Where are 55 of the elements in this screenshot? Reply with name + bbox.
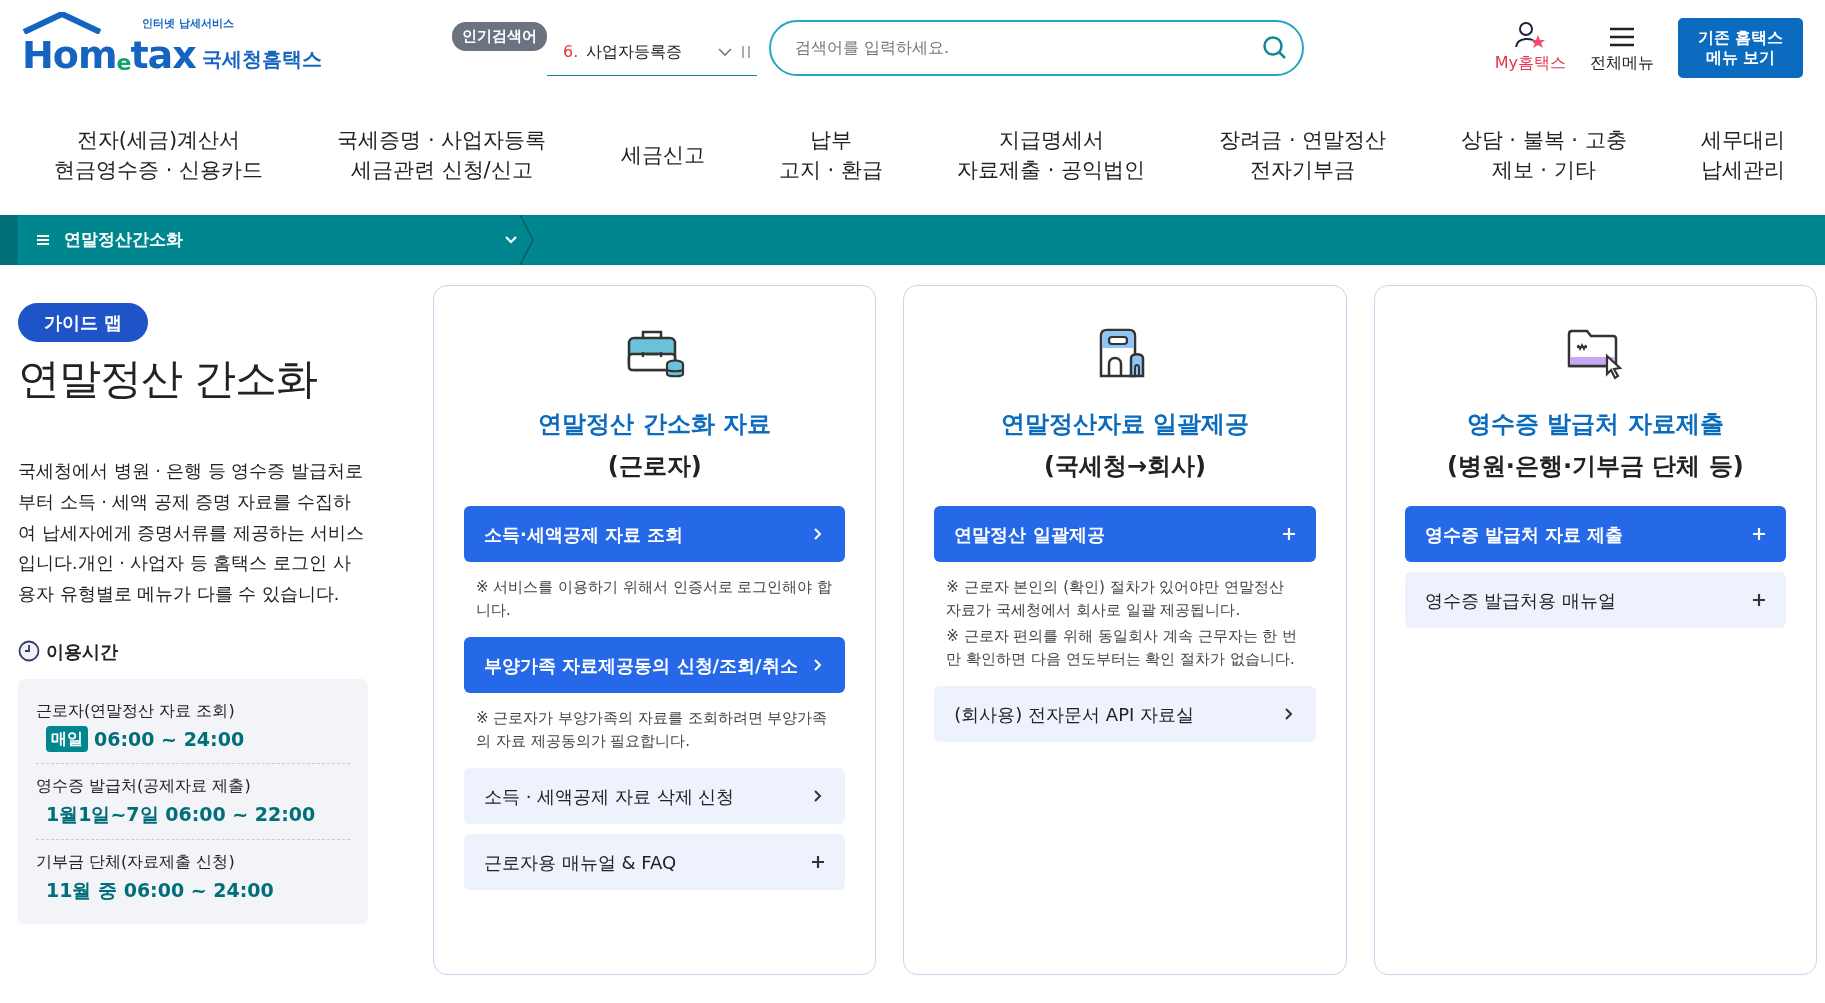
card-subtitle: (국세청→회사) [1043, 451, 1206, 482]
nav-menu-item[interactable]: 상담 · 불복 · 고충 제보 · 기타 [1454, 123, 1633, 187]
page-title: 연말정산 간소화 [18, 354, 319, 405]
service-link-button[interactable]: 소득·세액공제 자료 조회 [464, 506, 846, 562]
utility-my-hometax-button[interactable]: My홈택스 [1494, 20, 1566, 75]
nav-menu-item[interactable]: 세금신고 [614, 138, 711, 172]
legacy-menu-button[interactable]: 기존 홈택스 메뉴 보기 [1678, 17, 1803, 78]
hours-label: 영수증 발급처(공제자료 제출) [36, 775, 252, 797]
search-field[interactable]: 검색어를 입력하세요. [769, 19, 1304, 76]
notice-text: ※ 서비스를 이용하기 위해서 인증서로 로그인해야 합니다. [476, 577, 834, 621]
card-title: 연말정산 간소화 자료 [538, 409, 771, 440]
notice-text: ※ 근로자 본인의 (확인) 절차가 있어야만 연말정산 자료가 국세청에서 회사로 일괄 제공됩니다. [946, 577, 1286, 621]
search-input[interactable]: 검색어를 입력하세요. [793, 34, 1262, 61]
service-description: 국세청에서 병원 · 은행 등 영수증 발급처로부터 소득 · 세액 공제 증명 자료를 수집하여 납세자에게 증명서류를 제공하는 서비스입니다.개인 · 사업자 등 홈택스 로그인 사용자 유형별로 메뉴가 다를 수 있습니다. [18, 460, 366, 606]
breadcrumb-separator-icon [518, 215, 536, 265]
nav-menu-item[interactable]: 납부 고지 · 환급 [772, 123, 889, 187]
popular-search-label: 인기검색어 [452, 22, 547, 51]
notice-text: ※ 근로자가 부양가족의 자료를 조회하려면 부양가족의 자료 제공동의가 필요합니다. [476, 708, 829, 752]
hours-heading: 이용시간 [46, 639, 118, 664]
notice-text: ※ 근로자 편의를 위해 동일회사 계속 근무자는 한 번만 확인하면 다음 연도부터는 확인 절차가 없습니다. [946, 626, 1299, 670]
nav-menu-item[interactable]: 지급명세서 자료제출 · 공익법인 [951, 123, 1152, 187]
user-star-icon [1514, 20, 1547, 49]
menu-icon [36, 234, 50, 246]
hours-label: 근로자(연말정산 자료 조회) [36, 699, 236, 722]
hours-label: 기부금 단체(자료제출 신청) [36, 850, 236, 873]
nav-menu-item[interactable]: 세무대리 납세관리 [1694, 123, 1791, 187]
nav-menu-item[interactable]: 전자(세금)계산서 현금영수증 · 신용카드 [48, 123, 270, 187]
service-link-button[interactable]: 연말정산 일괄제공 [934, 506, 1316, 562]
logo-name: 국세청홈택스 [201, 45, 322, 73]
service-link-button[interactable]: 영수증 발급처 자료 제출 [1404, 506, 1786, 562]
nav-menu-item[interactable]: 장려금 · 연말정산 전자기부금 [1213, 123, 1393, 187]
logo-tagline: 인터넷 납세서비스 [142, 15, 234, 32]
pause-icon [741, 45, 751, 59]
card-subtitle: (근로자) [607, 451, 702, 482]
card-title: 영수증 발급처 자료제출 [1466, 409, 1724, 440]
service-link-button[interactable]: 근로자용 매뉴얼 & FAQ [464, 834, 846, 890]
guide-map-badge: 가이드 맵 [18, 303, 149, 342]
chevron-down-icon [504, 235, 518, 245]
clock-icon [18, 640, 40, 662]
daily-badge: 매일 [46, 725, 88, 752]
bar-accent-strip [0, 215, 18, 265]
hours-time: 06:00 ~ 24:00 [94, 726, 245, 752]
service-link-button[interactable]: 부양가족 자료제공동의 신청/조회/취소 [464, 637, 846, 693]
popular-search-ticker[interactable]: 6. 사업자등록증 [547, 29, 757, 76]
nav-menu-item[interactable]: 국세증명 · 사업자등록 세금관련 신청/신고 [331, 123, 553, 187]
utility-full-menu-button[interactable]: 전체메뉴 [1590, 24, 1654, 75]
service-link-button[interactable]: (회사용) 전자문서 API 자료실 [934, 686, 1316, 742]
service-link-button[interactable]: 영수증 발급처용 매뉴얼 [1404, 572, 1786, 628]
card-title: 연말정산자료 일괄제공 [1000, 409, 1250, 440]
hours-time: 1월1일~7일 06:00 ~ 22:00 [46, 802, 316, 827]
service-link-button[interactable]: 소득 · 세액공제 자료 삭제 신청 [464, 768, 846, 824]
card-subtitle: (병원·은행·기부금 단체 등) [1446, 451, 1744, 482]
search-icon[interactable] [1262, 34, 1288, 61]
chevron-down-icon [717, 47, 733, 57]
hours-time: 11월 중 06:00 ~ 24:00 [46, 877, 274, 903]
